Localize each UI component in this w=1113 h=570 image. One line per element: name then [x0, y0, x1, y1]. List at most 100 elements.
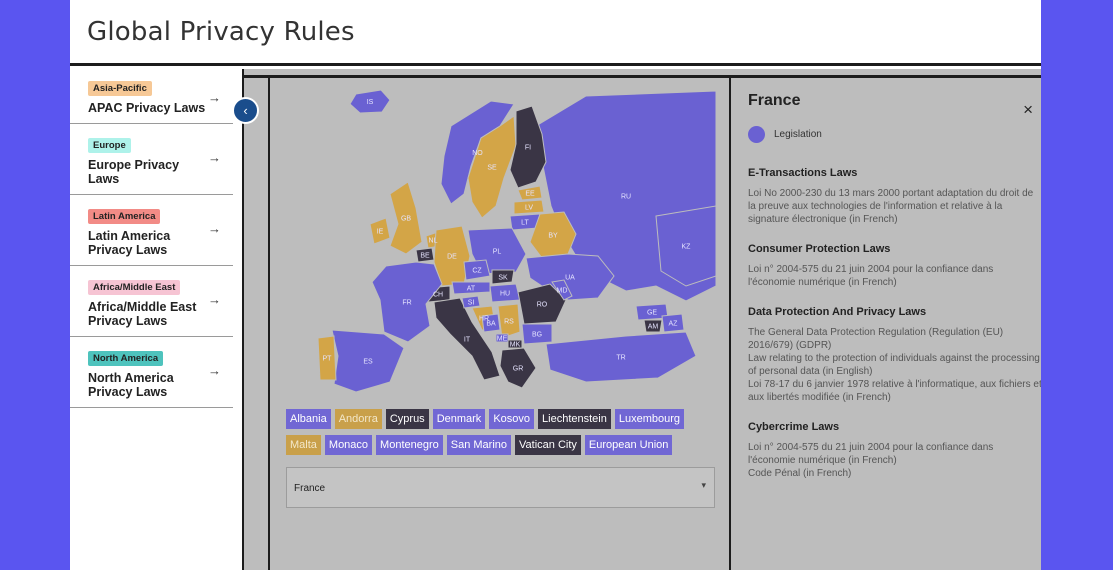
law-section-title: Cybercrime Laws	[748, 421, 840, 433]
map-label-fi: FI	[525, 145, 531, 152]
europe-map[interactable]: IS NO SE FI RU EE LV LT BY GB IE NL BE DE PL UA CZ SK AT CH…	[286, 86, 716, 396]
map-label-ua: UA	[565, 275, 575, 282]
chip-european-union[interactable]: European Union	[584, 435, 673, 455]
map-label-kz: KZ	[682, 244, 692, 251]
header: Global Privacy Rules	[70, 0, 1041, 66]
arrow-right-icon: →	[208, 150, 221, 165]
legend-dot-icon	[748, 126, 765, 143]
map-label-am: AM	[648, 324, 659, 331]
map-label-gr: GR	[513, 366, 524, 373]
arrow-right-icon: →	[208, 363, 221, 378]
map-label-gb: GB	[401, 216, 411, 223]
sidebar-item-label: Europe Privacy Laws	[88, 158, 180, 186]
country-title: France	[748, 92, 801, 109]
map-label-hu: HU	[500, 291, 510, 298]
map-label-be: BE	[420, 253, 430, 260]
law-section-title: E-Transactions Laws	[748, 167, 858, 179]
law-section: Cybercrime Laws Loi n° 2004-575 du 21 ju…	[748, 421, 1041, 480]
map-label-es: ES	[363, 359, 373, 366]
chip-row: Malta Monaco Montenegro San Marino Vatic…	[286, 435, 726, 455]
map-label-rs: RS	[504, 319, 514, 326]
chip-andorra[interactable]: Andorra	[334, 409, 382, 429]
region-badge: Latin America	[88, 209, 161, 224]
chip-san-marino[interactable]: San Marino	[446, 435, 512, 455]
sidebar-item-north-america[interactable]: North America North America Privacy Laws…	[70, 337, 233, 408]
legend: Legislation	[748, 126, 1041, 143]
chip-montenegro[interactable]: Montenegro	[376, 435, 443, 455]
country-select[interactable]: France ▾	[286, 467, 715, 508]
arrow-right-icon: →	[208, 221, 221, 236]
map-label-is: IS	[367, 99, 374, 106]
law-section-title: Data Protection And Privacy Laws	[748, 306, 927, 318]
map-label-ru: RU	[621, 194, 631, 201]
map-label-si: SI	[468, 300, 475, 307]
law-section: E-Transactions Laws Loi No 2000-230 du 1…	[748, 167, 1041, 226]
chip-liechtenstein[interactable]: Liechtenstein	[538, 409, 611, 429]
chevron-down-icon: ▾	[701, 480, 706, 490]
map-label-ba: BA	[486, 321, 496, 328]
chip-cyprus[interactable]: Cyprus	[385, 409, 429, 429]
map-label-mk: MK	[510, 342, 521, 349]
collapse-sidebar-button[interactable]: ‹	[232, 97, 259, 124]
sidebar-item-label: North America Privacy Laws	[88, 371, 174, 399]
page-title: Global Privacy Rules	[87, 16, 355, 47]
chip-malta[interactable]: Malta	[286, 435, 321, 455]
sidebar-item-europe[interactable]: Europe Europe Privacy Laws →	[70, 124, 233, 195]
map-label-az: AZ	[669, 321, 679, 328]
law-section-title: Consumer Protection Laws	[748, 243, 891, 255]
map-label-ie: IE	[377, 229, 384, 236]
map-label-it: IT	[464, 337, 471, 344]
law-section: Consumer Protection Laws Loi n° 2004-575…	[748, 243, 1041, 289]
map-label-tr: TR	[616, 355, 625, 362]
region-badge: Europe	[88, 138, 131, 153]
chip-denmark[interactable]: Denmark	[432, 409, 486, 429]
map-label-no: NO	[472, 150, 483, 157]
law-section-text: Loi n° 2004-575 du 21 juin 2004 pour la …	[748, 442, 994, 479]
chip-luxembourg[interactable]: Luxembourg	[614, 409, 684, 429]
sidebar-item-africa-middle-east[interactable]: Africa/Middle East Africa/Middle East Pr…	[70, 266, 233, 337]
map-label-sk: SK	[498, 275, 508, 282]
sidebar-item-latin-america[interactable]: Latin America Latin America Privacy Laws…	[70, 195, 233, 266]
map-label-ee: EE	[525, 191, 535, 198]
close-icon[interactable]: ×	[1023, 100, 1033, 120]
map-label-cz: CZ	[472, 268, 482, 275]
map-label-md: MD	[557, 288, 568, 295]
map-label-ro: RO	[537, 302, 548, 309]
law-section-text: Loi n° 2004-575 du 21 juin 2004 pour la …	[748, 264, 994, 288]
app-window: Global Privacy Rules Asia-Pacific APAC P…	[70, 0, 1041, 570]
region-badge: North America	[88, 351, 164, 366]
sidebar-item-label: Africa/Middle East Privacy Laws	[88, 300, 197, 328]
map-label-ge: GE	[647, 310, 657, 317]
map-label-lv: LV	[525, 205, 533, 212]
chip-vatican-city[interactable]: Vatican City	[515, 435, 581, 455]
microstate-chips: Albania Andorra Cyprus Denmark Kosovo Li…	[286, 409, 726, 461]
chip-monaco[interactable]: Monaco	[324, 435, 373, 455]
map-label-pt: PT	[323, 356, 333, 363]
region-badge: Africa/Middle East	[88, 280, 181, 295]
law-section: Data Protection And Privacy Laws The Gen…	[748, 306, 1041, 404]
map-label-at: AT	[467, 286, 476, 293]
law-section-text: The General Data Protection Regulation (…	[748, 327, 1041, 403]
arrow-right-icon: →	[208, 292, 221, 307]
sidebar-item-label: APAC Privacy Laws	[88, 101, 206, 115]
map-label-me: ME	[497, 336, 508, 343]
region-badge: Asia-Pacific	[88, 81, 152, 96]
sidebar: Asia-Pacific APAC Privacy Laws → Europe …	[70, 69, 233, 449]
country-select-value: France	[294, 483, 326, 494]
legend-label: Legislation	[774, 129, 822, 140]
main-area: IS NO SE FI RU EE LV LT BY GB IE NL BE DE PL UA CZ SK AT CH…	[242, 69, 1041, 570]
map-label-pl: PL	[493, 249, 502, 256]
map-label-de: DE	[447, 254, 457, 261]
map-label-nl: NL	[429, 238, 438, 245]
sidebar-item-label: Latin America Privacy Laws	[88, 229, 171, 257]
map-label-lt: LT	[521, 220, 529, 227]
sidebar-item-apac[interactable]: Asia-Pacific APAC Privacy Laws →	[70, 69, 233, 124]
map-label-se: SE	[487, 165, 497, 172]
map-label-ch: CH	[433, 292, 443, 299]
map-label-fr: FR	[402, 300, 411, 307]
map-label-bg: BG	[532, 332, 542, 339]
map-panel: IS NO SE FI RU EE LV LT BY GB IE NL BE DE PL UA CZ SK AT CH…	[268, 78, 731, 570]
arrow-right-icon: →	[208, 90, 221, 105]
chip-albania[interactable]: Albania	[286, 409, 331, 429]
chip-kosovo[interactable]: Kosovo	[489, 409, 535, 429]
